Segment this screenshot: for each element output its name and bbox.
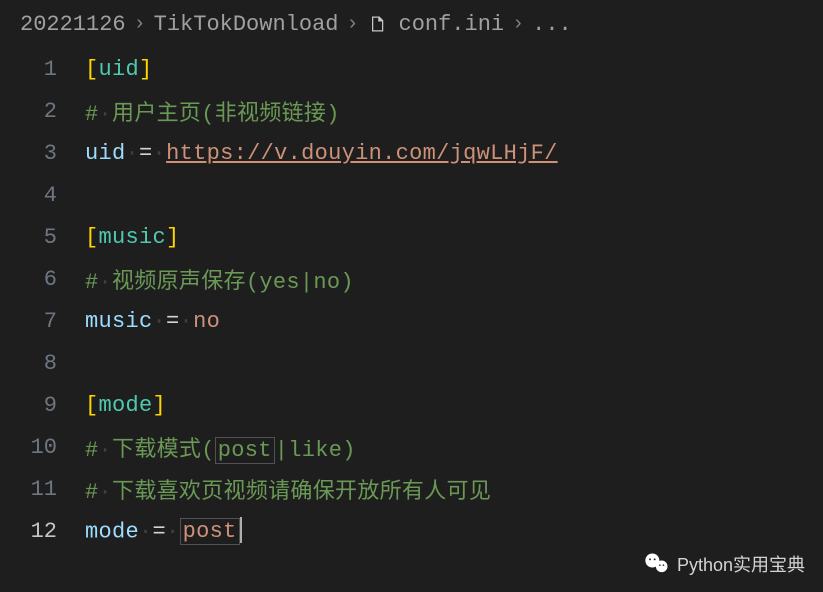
code-content: #·视频原声保存(yes|no) xyxy=(85,263,823,295)
code-line[interactable]: 1 [uid] xyxy=(0,48,823,90)
code-line[interactable]: 3 uid·=·https://v.douyin.com/jqwLHjF/ xyxy=(0,132,823,174)
line-number: 6 xyxy=(0,267,85,292)
breadcrumb[interactable]: 20221126 › TikTokDownload › conf.ini › .… xyxy=(0,0,823,48)
line-number: 3 xyxy=(0,141,85,166)
line-number: 9 xyxy=(0,393,85,418)
code-content: [music] xyxy=(85,225,823,250)
code-editor[interactable]: 1 [uid] 2 #·用户主页(非视频链接) 3 uid·=·https://… xyxy=(0,48,823,552)
chevron-right-icon: › xyxy=(346,13,358,36)
code-content: #·用户主页(非视频链接) xyxy=(85,95,823,127)
code-line[interactable]: 2 #·用户主页(非视频链接) xyxy=(0,90,823,132)
line-number: 7 xyxy=(0,309,85,334)
code-line[interactable]: 6 #·视频原声保存(yes|no) xyxy=(0,258,823,300)
line-number: 2 xyxy=(0,99,85,124)
chevron-right-icon: › xyxy=(134,13,146,36)
line-number: 1 xyxy=(0,57,85,82)
line-number: 4 xyxy=(0,183,85,208)
code-line[interactable]: 5 [music] xyxy=(0,216,823,258)
code-line[interactable]: 10 #·下载模式(post|like) xyxy=(0,426,823,468)
code-content: #·下载喜欢页视频请确保开放所有人可见 xyxy=(85,473,823,505)
line-number: 11 xyxy=(0,477,85,502)
breadcrumb-item-project[interactable]: TikTokDownload xyxy=(154,12,339,37)
chevron-right-icon: › xyxy=(512,13,524,36)
line-number: 5 xyxy=(0,225,85,250)
file-icon xyxy=(367,14,387,34)
line-number: 10 xyxy=(0,435,85,460)
code-line[interactable]: 4 xyxy=(0,174,823,216)
line-number: 8 xyxy=(0,351,85,376)
code-content: #·下载模式(post|like) xyxy=(85,431,823,463)
code-line[interactable]: 12 mode·=·post xyxy=(0,510,823,552)
breadcrumb-item-file[interactable]: conf.ini xyxy=(399,12,505,37)
code-content: music·=·no xyxy=(85,309,823,334)
watermark: Python实用宝典 xyxy=(643,550,805,578)
code-line[interactable]: 9 [mode] xyxy=(0,384,823,426)
wechat-icon xyxy=(643,550,671,578)
breadcrumb-item-more[interactable]: ... xyxy=(532,12,572,37)
code-content: uid·=·https://v.douyin.com/jqwLHjF/ xyxy=(85,141,823,166)
breadcrumb-item-folder[interactable]: 20221126 xyxy=(20,12,126,37)
code-line[interactable]: 11 #·下载喜欢页视频请确保开放所有人可见 xyxy=(0,468,823,510)
line-number: 12 xyxy=(0,519,85,544)
code-content: [uid] xyxy=(85,57,823,82)
code-line[interactable]: 7 music·=·no xyxy=(0,300,823,342)
code-content: [mode] xyxy=(85,393,823,418)
watermark-text: Python实用宝典 xyxy=(677,551,805,577)
text-cursor xyxy=(240,517,242,543)
code-line[interactable]: 8 xyxy=(0,342,823,384)
code-content: mode·=·post xyxy=(85,517,823,546)
